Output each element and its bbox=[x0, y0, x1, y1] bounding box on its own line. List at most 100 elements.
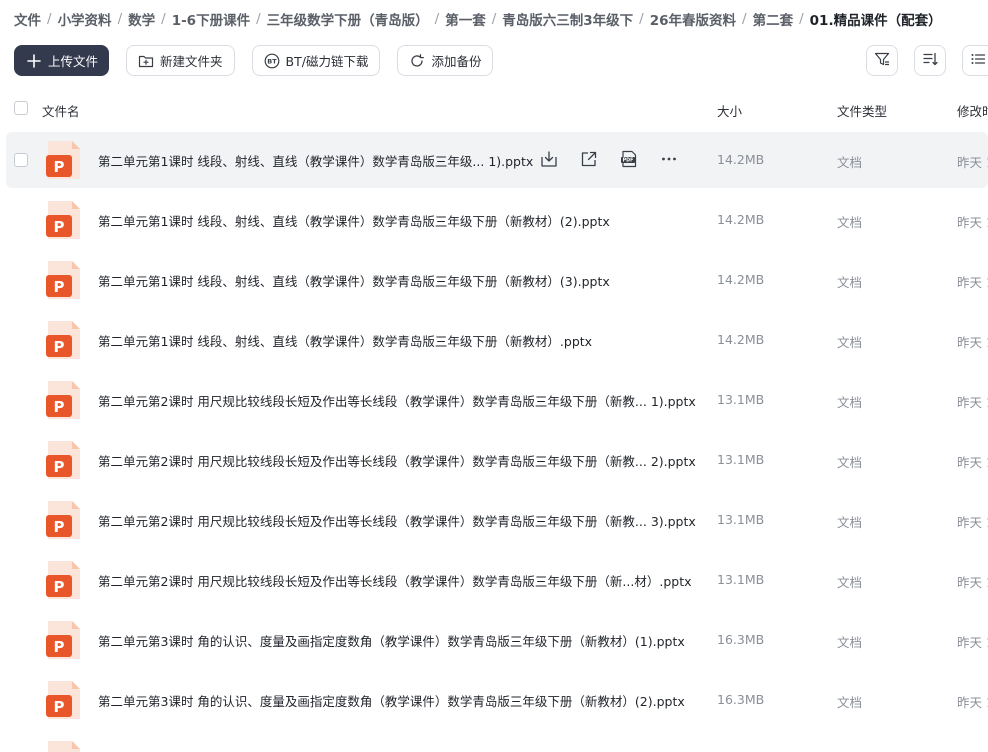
file-type: 文档 bbox=[837, 635, 863, 650]
pptx-file-icon: P bbox=[46, 561, 80, 599]
svg-text:P: P bbox=[54, 278, 65, 296]
share-icon[interactable] bbox=[578, 148, 600, 170]
column-header-modified[interactable]: 修改时 bbox=[957, 101, 988, 120]
pptx-file-icon: P bbox=[46, 201, 80, 239]
file-modified: 昨天 1 bbox=[957, 695, 988, 710]
svg-text:PDF: PDF bbox=[623, 158, 634, 164]
filter-button[interactable] bbox=[866, 45, 898, 76]
breadcrumb: 文件 / 小学资料 / 数学 / 1-6下册课件 / 三年级数学下册（青岛版） … bbox=[14, 9, 942, 29]
bt-download-button[interactable]: BT BT/磁力链下载 bbox=[251, 45, 381, 76]
breadcrumb-item-math[interactable]: 数学 bbox=[128, 9, 155, 29]
table-row[interactable]: P 第二单元第1课时 线段、射线、直线（教学课件）数学青岛版三年级下册（新教材）… bbox=[6, 252, 988, 308]
file-name[interactable]: 第二单元第1课时 线段、射线、直线（教学课件）数学青岛版三年级下册（新教材）(2… bbox=[98, 211, 610, 230]
upload-button-label: 上传文件 bbox=[48, 54, 99, 69]
row-actions: PDF bbox=[538, 148, 698, 170]
file-size: 14.2MB bbox=[717, 332, 765, 347]
file-size: 13.1MB bbox=[717, 572, 765, 587]
file-type: 文档 bbox=[837, 695, 863, 710]
svg-text:P: P bbox=[54, 698, 65, 716]
table-row[interactable]: P 第二单元第2课时 用尺规比较线段长短及作出等长线段（教学课件）数学青岛版三年… bbox=[6, 432, 988, 488]
file-name[interactable]: 第二单元第2课时 用尺规比较线段长短及作出等长线段（教学课件）数学青岛版三年级下… bbox=[98, 571, 692, 590]
table-row[interactable]: P 第二单元第1课时 线段、射线、直线（教学课件）数学青岛版三年级下册（新教材）… bbox=[6, 192, 988, 248]
file-manager-page: 文件 / 小学资料 / 数学 / 1-6下册课件 / 三年级数学下册（青岛版） … bbox=[0, 0, 988, 752]
table-row[interactable]: P 第二单元第3课时 角的认识、度量及画指定度数角（教学课件）数学青岛版三年级下… bbox=[6, 612, 988, 668]
breadcrumb-item-set2[interactable]: 第二套 bbox=[753, 9, 794, 29]
file-name[interactable]: 第二单元第3课时 角的认识、度量及画指定度数角（教学课件）数学青岛版三年级下册（… bbox=[98, 631, 685, 650]
add-backup-button[interactable]: 添加备份 bbox=[397, 45, 494, 76]
file-name[interactable]: 第二单元第2课时 用尺规比较线段长短及作出等长线段（教学课件）数学青岛版三年级下… bbox=[98, 511, 696, 530]
breadcrumb-separator: / bbox=[47, 11, 52, 27]
row-checkbox[interactable] bbox=[14, 153, 28, 167]
svg-text:BT: BT bbox=[267, 57, 277, 65]
svg-text:P: P bbox=[54, 398, 65, 416]
bt-download-button-label: BT/磁力链下载 bbox=[285, 54, 369, 69]
table-row[interactable]: P 第二单元第3课时 角的认识、度量及画指定度数角（教学课件）数学青岛版三年级下… bbox=[6, 672, 988, 728]
file-modified: 昨天 1 bbox=[957, 155, 988, 170]
table-row[interactable] bbox=[6, 732, 988, 752]
file-size: 13.1MB bbox=[717, 392, 765, 407]
plus-icon bbox=[26, 53, 42, 69]
more-options-icon[interactable] bbox=[658, 148, 680, 170]
pdf-icon[interactable]: PDF bbox=[618, 148, 640, 170]
file-modified: 昨天 1 bbox=[957, 215, 988, 230]
filter-icon bbox=[874, 51, 890, 71]
breadcrumb-separator: / bbox=[256, 11, 261, 27]
file-type: 文档 bbox=[837, 575, 863, 590]
breadcrumb-separator: / bbox=[117, 11, 123, 27]
file-name[interactable]: 第二单元第3课时 角的认识、度量及画指定度数角（教学课件）数学青岛版三年级下册（… bbox=[98, 691, 685, 710]
file-type: 文档 bbox=[837, 155, 863, 170]
file-type: 文档 bbox=[837, 335, 863, 350]
breadcrumb-item-qingdao[interactable]: 青岛版六三制3年级下 bbox=[502, 9, 633, 29]
list-view-button[interactable] bbox=[962, 45, 988, 76]
pptx-file-icon: P bbox=[46, 681, 80, 719]
file-type: 文档 bbox=[837, 455, 863, 470]
table-row[interactable]: P 第二单元第2课时 用尺规比较线段长短及作出等长线段（教学课件）数学青岛版三年… bbox=[6, 372, 988, 428]
file-modified: 昨天 1 bbox=[957, 515, 988, 530]
file-name[interactable]: 第二单元第1课时 线段、射线、直线（教学课件）数学青岛版三年级... 1).pp… bbox=[98, 151, 533, 170]
file-size: 16.3MB bbox=[717, 692, 765, 707]
download-icon[interactable] bbox=[538, 148, 560, 170]
folder-plus-icon bbox=[138, 53, 154, 69]
file-size: 14.2MB bbox=[717, 152, 765, 167]
file-modified: 昨天 1 bbox=[957, 275, 988, 290]
file-size: 14.2MB bbox=[717, 272, 765, 287]
file-modified: 昨天 1 bbox=[957, 635, 988, 650]
table-header: 文件名 大小 文件类型 修改时 bbox=[0, 96, 988, 122]
svg-text:P: P bbox=[54, 458, 65, 476]
breadcrumb-item-current: 01.精品课件（配套） bbox=[809, 13, 942, 29]
file-name[interactable]: 第二单元第1课时 线段、射线、直线（教学课件）数学青岛版三年级下册（新教材）.p… bbox=[98, 331, 592, 350]
svg-text:P: P bbox=[54, 638, 65, 656]
sync-icon bbox=[409, 53, 425, 69]
breadcrumb-item-spring26[interactable]: 26年春版资料 bbox=[650, 9, 736, 29]
breadcrumb-item-files[interactable]: 文件 bbox=[14, 9, 41, 29]
breadcrumb-separator: / bbox=[491, 11, 497, 27]
select-all-checkbox[interactable] bbox=[14, 101, 28, 115]
sort-button[interactable] bbox=[914, 45, 946, 76]
file-name[interactable]: 第二单元第2课时 用尺规比较线段长短及作出等长线段（教学课件）数学青岛版三年级下… bbox=[98, 391, 696, 410]
column-header-type[interactable]: 文件类型 bbox=[837, 101, 887, 120]
pptx-file-icon: P bbox=[46, 441, 80, 479]
column-header-name[interactable]: 文件名 bbox=[42, 101, 80, 120]
breadcrumb-separator: / bbox=[639, 11, 644, 27]
table-row[interactable]: P 第二单元第1课时 线段、射线、直线（教学课件）数学青岛版三年级... 1).… bbox=[6, 132, 988, 188]
breadcrumb-item-primary-materials[interactable]: 小学资料 bbox=[58, 9, 112, 29]
file-size: 13.1MB bbox=[717, 512, 765, 527]
add-backup-button-label: 添加备份 bbox=[431, 54, 482, 69]
file-name[interactable]: 第二单元第2课时 用尺规比较线段长短及作出等长线段（教学课件）数学青岛版三年级下… bbox=[98, 451, 696, 470]
pptx-file-icon: P bbox=[46, 381, 80, 419]
breadcrumb-item-grade-courseware[interactable]: 1-6下册课件 bbox=[172, 9, 250, 29]
file-modified: 昨天 1 bbox=[957, 575, 988, 590]
column-header-size[interactable]: 大小 bbox=[717, 101, 742, 120]
new-folder-button-label: 新建文件夹 bbox=[160, 54, 223, 69]
breadcrumb-item-grade3-math[interactable]: 三年级数学下册（青岛版） bbox=[267, 9, 429, 29]
svg-text:P: P bbox=[54, 218, 65, 236]
breadcrumb-item-set1[interactable]: 第一套 bbox=[445, 9, 486, 29]
table-row[interactable]: P 第二单元第2课时 用尺规比较线段长短及作出等长线段（教学课件）数学青岛版三年… bbox=[6, 492, 988, 548]
new-folder-button[interactable]: 新建文件夹 bbox=[126, 45, 235, 76]
table-row[interactable]: P 第二单元第2课时 用尺规比较线段长短及作出等长线段（教学课件）数学青岛版三年… bbox=[6, 552, 988, 608]
upload-button[interactable]: 上传文件 bbox=[14, 45, 110, 76]
file-name[interactable]: 第二单元第1课时 线段、射线、直线（教学课件）数学青岛版三年级下册（新教材）(3… bbox=[98, 271, 610, 290]
table-row[interactable]: P 第二单元第1课时 线段、射线、直线（教学课件）数学青岛版三年级下册（新教材）… bbox=[6, 312, 988, 368]
file-size: 14.2MB bbox=[717, 212, 765, 227]
pptx-file-icon: P bbox=[46, 501, 80, 539]
